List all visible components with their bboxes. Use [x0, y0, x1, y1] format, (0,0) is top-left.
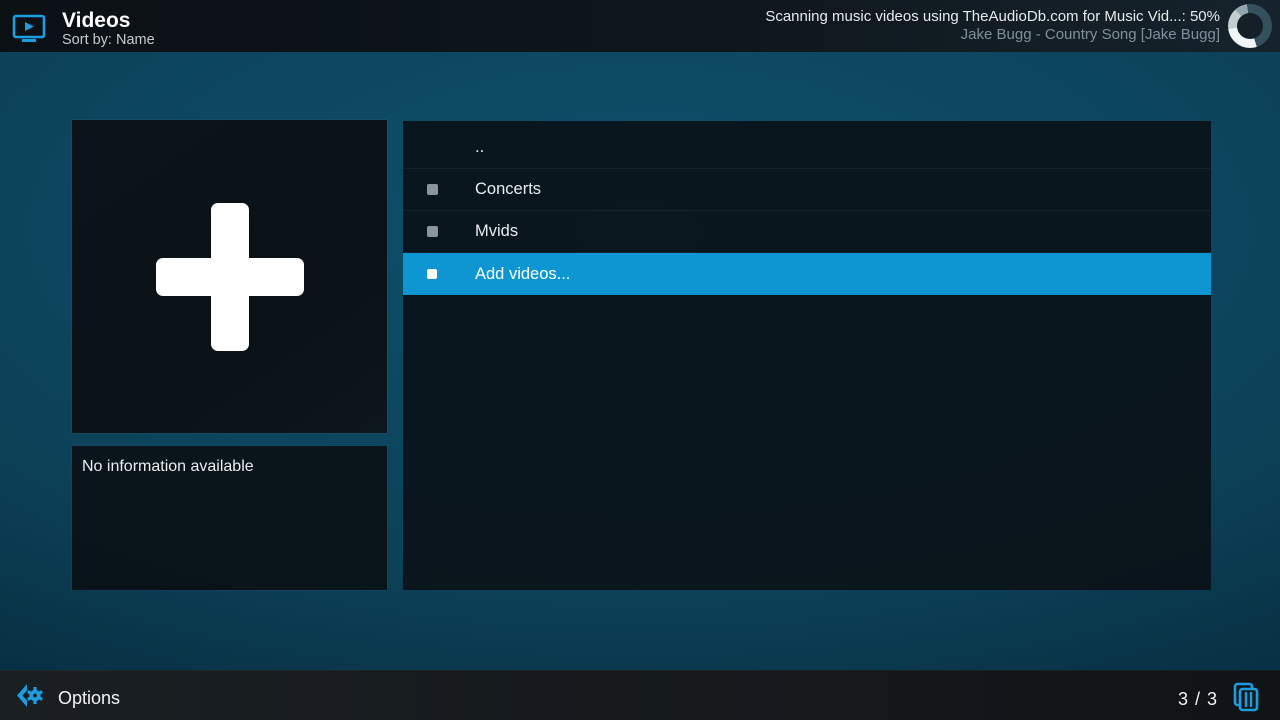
list-item-label: Concerts: [475, 180, 541, 199]
plus-icon: [156, 203, 304, 351]
list-item-add-videos[interactable]: Add videos...: [403, 253, 1211, 295]
options-button[interactable]: Options: [14, 680, 120, 716]
busy-spinner-icon: [1228, 4, 1272, 48]
info-panel: No information available: [72, 446, 387, 590]
scan-current-item: Jake Bugg - Country Song [Jake Bugg]: [765, 26, 1220, 44]
info-panel-text: No information available: [72, 446, 387, 488]
page-title: Videos: [62, 10, 155, 32]
bottom-bar: Options 3 / 3: [0, 670, 1280, 720]
video-monitor-icon: [12, 13, 46, 50]
options-label: Options: [58, 688, 120, 709]
view-mode-list-icon[interactable]: [1230, 680, 1266, 718]
scan-status-line: Scanning music videos using TheAudioDb.c…: [765, 7, 1220, 26]
list-item-label: Mvids: [475, 222, 518, 241]
kodi-videos-screen: { "header": { "title": "Videos", "subtit…: [0, 0, 1280, 720]
list-item-label: ..: [475, 138, 484, 157]
focused-item-thumbnail: [72, 120, 387, 433]
folder-bullet-icon: [427, 269, 437, 279]
busy-spinner-hole: [1237, 13, 1263, 39]
folder-bullet-icon: [427, 184, 438, 195]
list-item-label: Add videos...: [475, 265, 570, 284]
list-position-indicator: 3 / 3: [1178, 689, 1218, 710]
top-bar: Videos Sort by: Name Scanning music vide…: [0, 0, 1280, 52]
list-item-concerts[interactable]: Concerts: [403, 169, 1211, 211]
list-item-parent-directory[interactable]: ..: [403, 127, 1211, 169]
options-gear-icon: [14, 680, 45, 716]
file-list: .. Concerts Mvids Add videos...: [403, 121, 1211, 590]
list-item-mvids[interactable]: Mvids: [403, 211, 1211, 253]
sort-order-label: Sort by: Name: [62, 32, 155, 49]
folder-bullet-icon: [427, 226, 438, 237]
